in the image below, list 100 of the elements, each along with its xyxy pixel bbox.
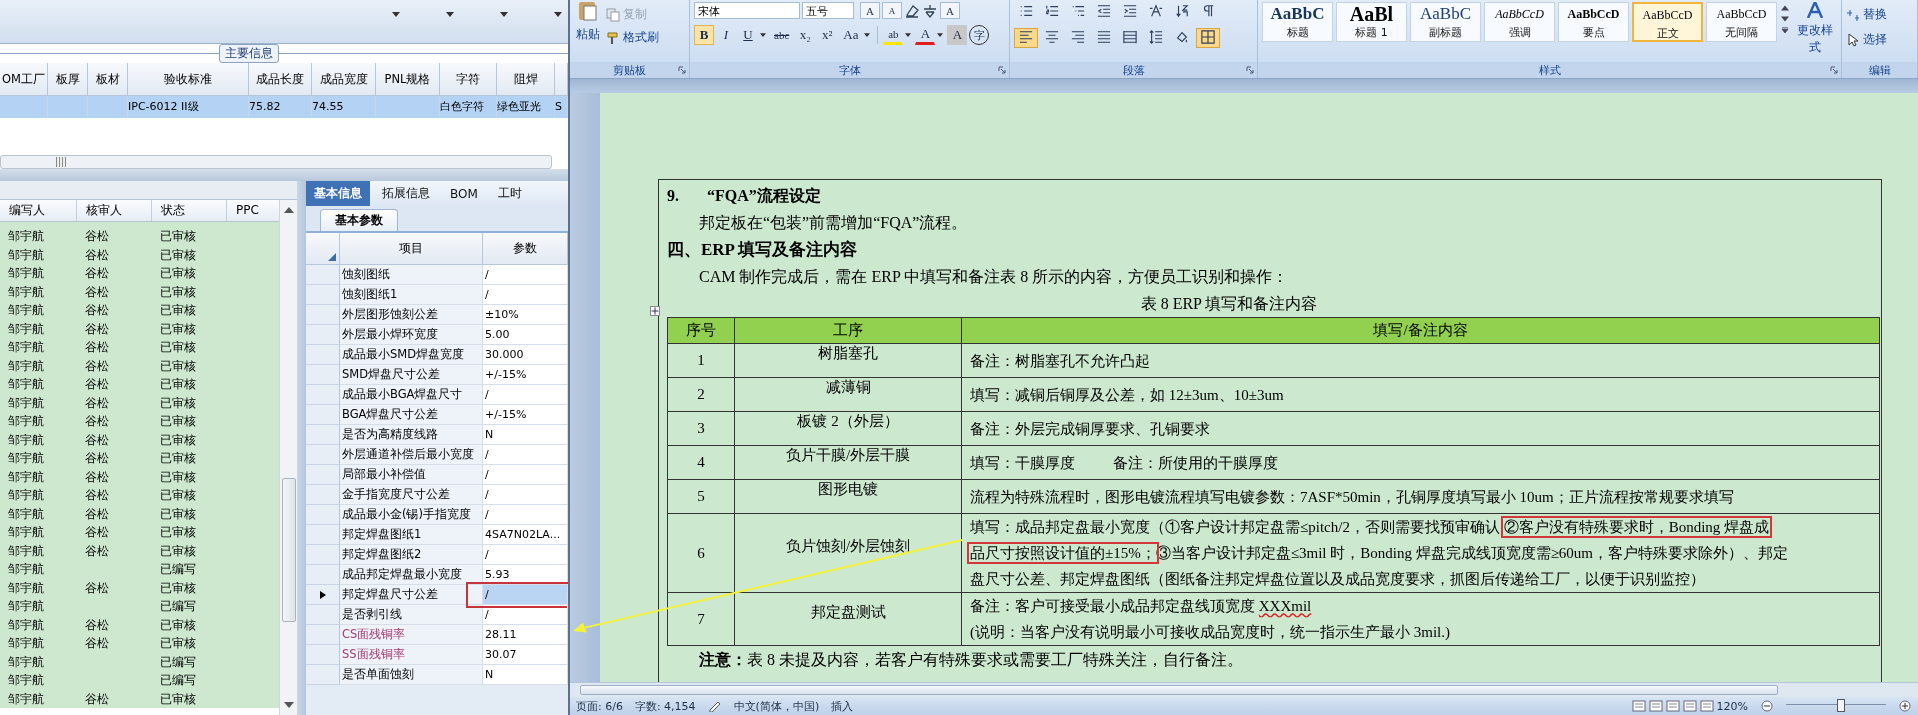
bold-button[interactable]: B bbox=[694, 25, 714, 45]
underline-button[interactable]: U bbox=[738, 25, 758, 45]
word-count[interactable]: 字数: 4,154 bbox=[634, 698, 696, 714]
style-gallery-item[interactable]: AaBbCcD 强调 bbox=[1484, 2, 1555, 42]
view-mode-icon[interactable] bbox=[1699, 700, 1714, 712]
caret-icon[interactable] bbox=[864, 33, 871, 37]
style-gallery-item[interactable]: AaBbCcD 要点 bbox=[1558, 2, 1629, 42]
scrollbar-thumb[interactable] bbox=[56, 157, 66, 167]
more-icon[interactable] bbox=[1781, 27, 1789, 33]
tab[interactable]: 拓展信息 bbox=[374, 181, 438, 206]
table-row[interactable]: 邹宇航 谷松 已审核 bbox=[0, 523, 280, 542]
column-header[interactable]: OM工厂 bbox=[0, 63, 48, 96]
style-gallery-item[interactable]: AaBbCcD 正文 bbox=[1632, 2, 1703, 42]
table-row[interactable]: 邦定焊盘尺寸公差 / bbox=[306, 585, 568, 605]
horizontal-scrollbar[interactable] bbox=[570, 682, 1918, 697]
replace-button[interactable]: 替换 bbox=[1846, 6, 1913, 23]
zoom-out-icon[interactable] bbox=[1760, 700, 1774, 712]
dialog-launcher-icon[interactable] bbox=[998, 66, 1006, 74]
row-header-cell[interactable] bbox=[306, 505, 340, 525]
tab[interactable]: BOM bbox=[442, 181, 486, 206]
horizontal-scrollbar[interactable] bbox=[0, 155, 552, 169]
tab[interactable]: 基本信息 bbox=[306, 181, 370, 206]
column-header[interactable]: 成品长度 bbox=[249, 63, 312, 96]
change-case-button[interactable]: Aa bbox=[839, 25, 863, 45]
caret-icon[interactable] bbox=[554, 12, 562, 17]
table-row[interactable]: 邹宇航 谷松 已审核 bbox=[0, 338, 280, 357]
table-row[interactable]: BGA焊盘尺寸公差 +/-15% bbox=[306, 405, 568, 425]
column-header[interactable]: 字符 bbox=[440, 63, 497, 96]
table-row[interactable]: 邦定焊盘图纸1 4SA7N02LA... bbox=[306, 525, 568, 545]
row-header-cell[interactable] bbox=[306, 385, 340, 405]
caret-icon[interactable] bbox=[760, 33, 766, 37]
caret-icon[interactable] bbox=[392, 12, 400, 17]
row-header-cell[interactable] bbox=[306, 645, 340, 665]
table-row[interactable]: 成品最小金(锡)手指宽度 / bbox=[306, 505, 568, 525]
view-mode-icon[interactable] bbox=[1665, 700, 1680, 712]
row-header-cell[interactable] bbox=[306, 425, 340, 445]
caret-icon[interactable] bbox=[937, 33, 944, 37]
dialog-launcher-icon[interactable] bbox=[678, 66, 686, 74]
change-styles-button[interactable]: 更改样式 bbox=[1793, 2, 1837, 60]
style-gallery-item[interactable]: AaBbC 标题 bbox=[1262, 2, 1333, 42]
row-header-cell[interactable] bbox=[306, 305, 340, 325]
table-row[interactable]: SS面残铜率 30.07 bbox=[306, 645, 568, 665]
row-header-cell[interactable] bbox=[306, 545, 340, 565]
phonetic-guide-icon[interactable] bbox=[922, 2, 938, 19]
table-row[interactable]: 邹宇航 谷松 已审核 bbox=[0, 264, 280, 283]
scroll-up-icon[interactable] bbox=[1781, 5, 1789, 11]
table-row[interactable]: 成品邦定焊盘最小宽度 5.93 bbox=[306, 565, 568, 585]
zoom-in-icon[interactable] bbox=[1898, 700, 1912, 712]
view-mode-icon[interactable] bbox=[1631, 700, 1646, 712]
table-row[interactable]: 外层图形蚀刻公差 ±10% bbox=[306, 305, 568, 325]
table-row[interactable]: 邦定焊盘图纸2 / bbox=[306, 545, 568, 565]
tab[interactable]: 基本参数 bbox=[320, 209, 398, 231]
table-row[interactable]: 成品最小BGA焊盘尺寸 / bbox=[306, 385, 568, 405]
row-header-cell[interactable] bbox=[306, 585, 340, 605]
column-header[interactable]: PNL规格 bbox=[376, 63, 440, 96]
table-row[interactable]: 邹宇航 谷松 已审核 bbox=[0, 375, 280, 394]
table-row[interactable]: 邹宇航 已编写 bbox=[0, 597, 280, 616]
table-row[interactable]: 邹宇航 谷松 已审核 bbox=[0, 449, 280, 468]
table-row[interactable]: 邹宇航 谷松 已审核 bbox=[0, 301, 280, 320]
character-shading-button[interactable]: A bbox=[947, 25, 968, 45]
row-header-cell[interactable] bbox=[306, 285, 340, 305]
dialog-launcher-icon[interactable] bbox=[1246, 66, 1254, 74]
table-row[interactable]: 成品最小SMD焊盘宽度 30.000 bbox=[306, 345, 568, 365]
table-row[interactable]: 金手指宽度尺寸公差 / bbox=[306, 485, 568, 505]
scroll-down-icon[interactable] bbox=[283, 702, 294, 708]
table-row[interactable]: SMD焊盘尺寸公差 +/-15% bbox=[306, 365, 568, 385]
move-handle-icon[interactable] bbox=[650, 306, 660, 316]
view-mode-icon[interactable] bbox=[1648, 700, 1663, 712]
scroll-up-icon[interactable] bbox=[283, 207, 294, 213]
caret-icon[interactable] bbox=[446, 12, 454, 17]
select-button[interactable]: 选择 bbox=[1846, 31, 1913, 48]
table-row[interactable]: IPC-6012 II级 75.82 74.55 白色字符 绿色亚光 S bbox=[0, 96, 568, 118]
borders-icon[interactable] bbox=[1196, 28, 1220, 48]
italic-button[interactable]: I bbox=[716, 25, 736, 45]
column-header[interactable]: 状态 bbox=[152, 200, 227, 221]
column-header[interactable]: 板材 bbox=[88, 63, 128, 96]
table-row[interactable]: 邹宇航 谷松 已审核 bbox=[0, 227, 280, 246]
table-row[interactable]: 邹宇航 已编写 bbox=[0, 671, 280, 690]
subscript-button[interactable]: x₂ bbox=[795, 25, 816, 45]
table-row[interactable]: 邹宇航 已编写 bbox=[0, 560, 280, 579]
row-header-cell[interactable] bbox=[306, 465, 340, 485]
row-header-cell[interactable] bbox=[306, 325, 340, 345]
table-row[interactable]: 外层最小焊环宽度 5.00 bbox=[306, 325, 568, 345]
row-header-cell[interactable] bbox=[306, 605, 340, 625]
column-header[interactable]: 成品宽度 bbox=[312, 63, 376, 96]
table-row[interactable]: 邹宇航 谷松 已审核 bbox=[0, 412, 280, 431]
caret-icon[interactable] bbox=[500, 12, 508, 17]
row-header-cell[interactable] bbox=[306, 345, 340, 365]
scrollbar-thumb[interactable] bbox=[580, 685, 1778, 695]
scrollbar-thumb[interactable] bbox=[281, 478, 296, 622]
font-size-field[interactable]: 五号 bbox=[802, 2, 854, 19]
column-header[interactable]: 参数 bbox=[483, 233, 568, 265]
dialog-launcher-icon[interactable] bbox=[1830, 66, 1838, 74]
language-indicator[interactable]: 中文(简体，中国) bbox=[733, 698, 820, 714]
table-row[interactable]: 是否为高精度线路 N bbox=[306, 425, 568, 445]
shrink-font-button[interactable]: A bbox=[882, 2, 902, 19]
row-header-cell[interactable] bbox=[306, 365, 340, 385]
table-row[interactable]: 局部最小补偿值 / bbox=[306, 465, 568, 485]
row-header-cell[interactable] bbox=[306, 485, 340, 505]
format-painter-button[interactable]: 格式刷 bbox=[606, 29, 659, 46]
